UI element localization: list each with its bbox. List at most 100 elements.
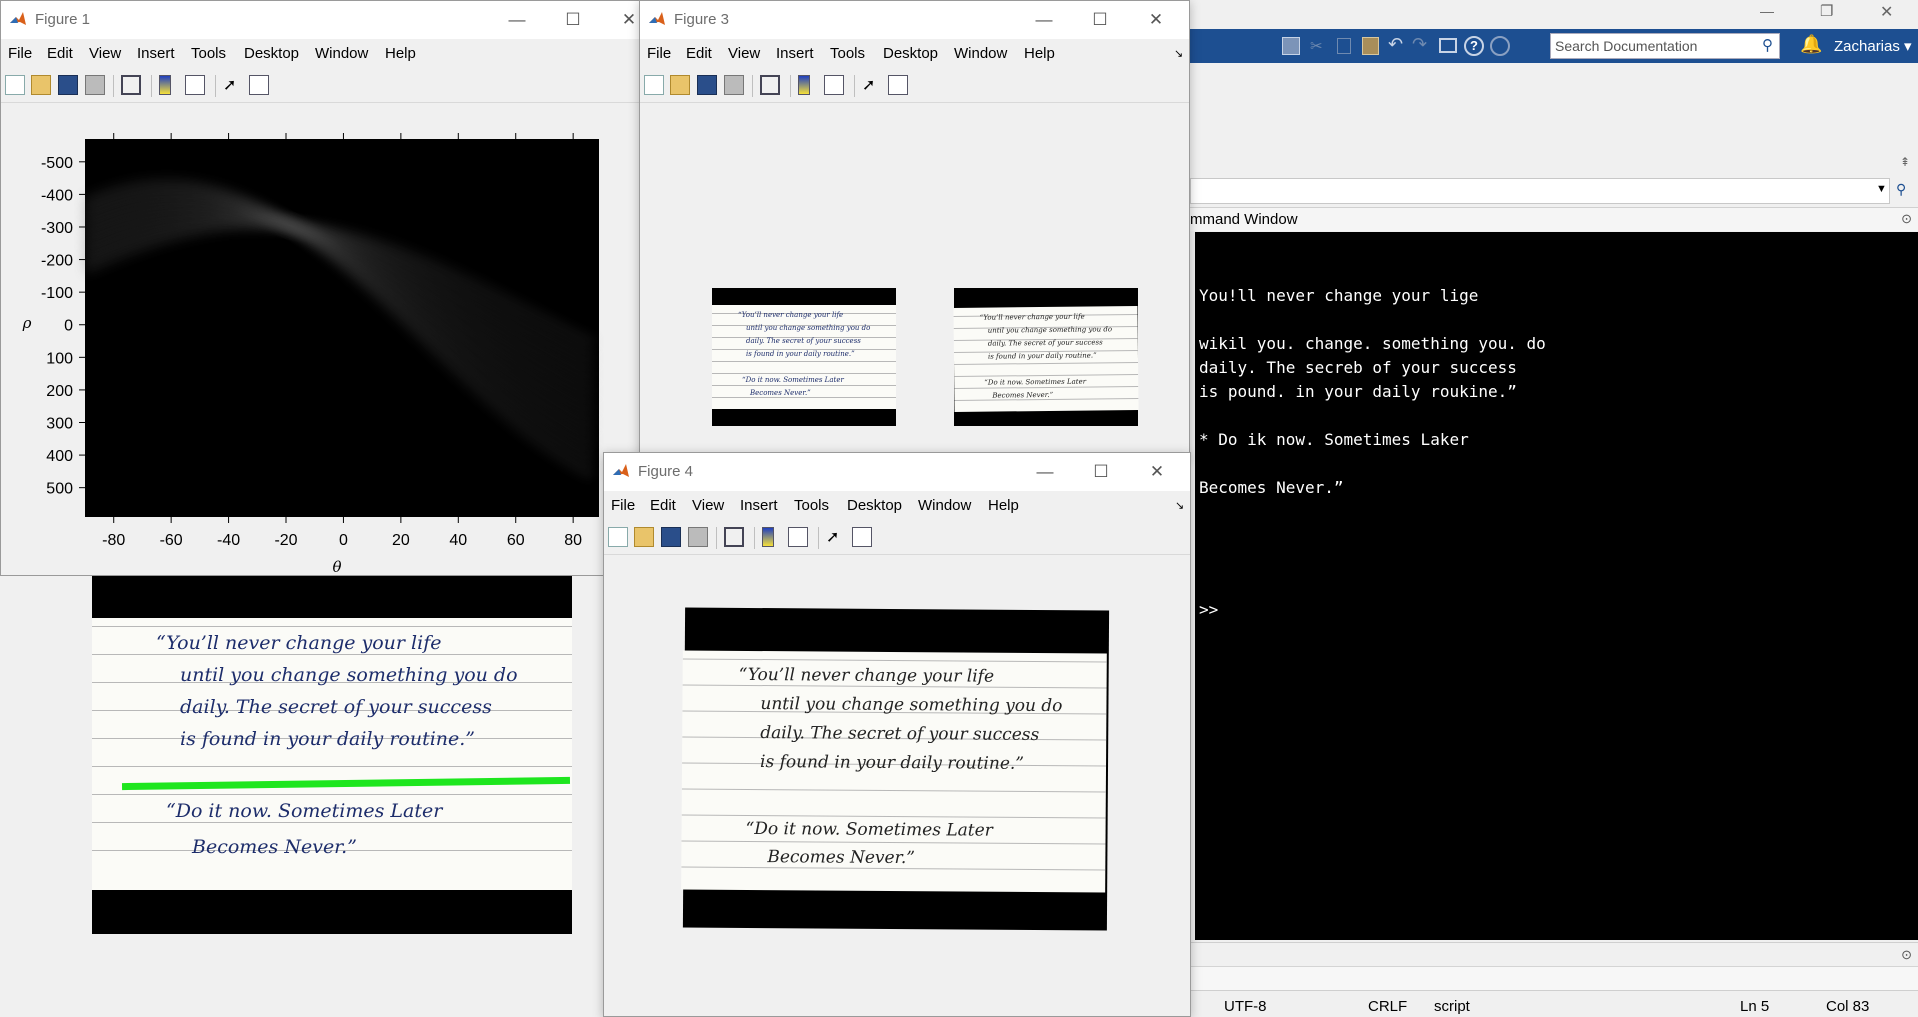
open-file-icon[interactable] bbox=[670, 75, 690, 95]
new-figure-icon[interactable] bbox=[644, 75, 664, 95]
matlab-close-button[interactable]: ✕ bbox=[1880, 2, 1893, 22]
figure4-titlebar[interactable]: Figure 4 — ☐ ✕ bbox=[604, 453, 1190, 491]
menu-help[interactable]: Help bbox=[1024, 45, 1055, 62]
insert-colorbar-icon[interactable] bbox=[762, 527, 774, 547]
link-plot-icon[interactable] bbox=[121, 75, 141, 95]
save-figure-icon[interactable] bbox=[58, 75, 78, 95]
menu-view[interactable]: View bbox=[728, 45, 760, 62]
command-window[interactable]: You!ll never change your lige wikil you.… bbox=[1195, 232, 1918, 940]
print-icon[interactable] bbox=[85, 75, 105, 95]
menu-file[interactable]: File bbox=[611, 497, 635, 514]
new-figure-icon[interactable] bbox=[608, 527, 628, 547]
menu-help[interactable]: Help bbox=[385, 45, 416, 62]
help-icon[interactable]: ? bbox=[1464, 36, 1484, 56]
menu-edit[interactable]: Edit bbox=[47, 45, 73, 62]
figure3-title: Figure 3 bbox=[674, 11, 730, 28]
collapse-toolstrip-icon[interactable]: ⇞ bbox=[1900, 155, 1910, 169]
note-line: until you change something you do bbox=[180, 664, 518, 686]
menu-insert[interactable]: Insert bbox=[740, 497, 778, 514]
menu-desktop[interactable]: Desktop bbox=[883, 45, 938, 62]
detected-lines-image[interactable]: “You’ll never change your life until you… bbox=[92, 576, 572, 934]
menu-edit[interactable]: Edit bbox=[686, 45, 712, 62]
new-figure-icon[interactable] bbox=[5, 75, 25, 95]
open-file-icon[interactable] bbox=[31, 75, 51, 95]
dock-figure-icon[interactable]: ↘ bbox=[1175, 499, 1184, 512]
figure1-maximize-button[interactable]: ☐ bbox=[545, 1, 601, 39]
menu-edit[interactable]: Edit bbox=[650, 497, 676, 514]
menu-insert[interactable]: Insert bbox=[137, 45, 175, 62]
search-icon[interactable]: ⚲ bbox=[1762, 36, 1773, 54]
matlab-restore-button[interactable]: ❐ bbox=[1820, 2, 1833, 20]
copy-icon[interactable] bbox=[1337, 38, 1351, 54]
menu-file[interactable]: File bbox=[8, 45, 32, 62]
menu-help[interactable]: Help bbox=[988, 497, 1019, 514]
property-inspector-icon[interactable] bbox=[888, 75, 908, 95]
insert-legend-icon[interactable] bbox=[185, 75, 205, 95]
menu-window[interactable]: Window bbox=[954, 45, 1007, 62]
menu-window[interactable]: Window bbox=[315, 45, 368, 62]
panel-actions-icon[interactable]: ⊙ bbox=[1901, 211, 1912, 227]
matlab-minimize-button[interactable]: — bbox=[1760, 3, 1774, 19]
save-icon[interactable] bbox=[1282, 37, 1300, 55]
edit-plot-pointer-icon[interactable]: ➚ bbox=[826, 527, 846, 547]
figure3-window[interactable]: Figure 3 — ☐ ✕ File Edit View Insert Too… bbox=[639, 0, 1190, 458]
menu-insert[interactable]: Insert bbox=[776, 45, 814, 62]
original-image-thumbnail[interactable]: “You’ll never change your life until you… bbox=[712, 288, 896, 426]
insert-legend-icon[interactable] bbox=[824, 75, 844, 95]
figure3-maximize-button[interactable]: ☐ bbox=[1072, 1, 1128, 39]
user-account-menu[interactable]: Zacharias ▾ bbox=[1834, 37, 1912, 55]
menu-tools[interactable]: Tools bbox=[794, 497, 829, 514]
menu-view[interactable]: View bbox=[89, 45, 121, 62]
figure4-minimize-button[interactable]: — bbox=[1017, 453, 1073, 491]
switch-windows-icon[interactable] bbox=[1439, 38, 1457, 53]
property-inspector-icon[interactable] bbox=[852, 527, 872, 547]
insert-colorbar-icon[interactable] bbox=[798, 75, 810, 95]
link-plot-icon[interactable] bbox=[724, 527, 744, 547]
figure4-window[interactable]: Figure 4 — ☐ ✕ File Edit View Insert Too… bbox=[603, 452, 1191, 1017]
menu-tools[interactable]: Tools bbox=[830, 45, 865, 62]
figure3-titlebar[interactable]: Figure 3 — ☐ ✕ bbox=[640, 1, 1189, 39]
dropdown-icon[interactable] bbox=[1490, 36, 1510, 56]
figure1-minimize-button[interactable]: — bbox=[489, 1, 545, 39]
command-prompt[interactable]: >> bbox=[1199, 600, 1218, 619]
undo-icon[interactable]: ↶ bbox=[1388, 34, 1403, 55]
figure1-titlebar[interactable]: Figure 1 — ☐ ✕ bbox=[1, 1, 649, 39]
menu-desktop[interactable]: Desktop bbox=[244, 45, 299, 62]
panel-actions-icon[interactable]: ⊙ bbox=[1901, 947, 1912, 963]
dock-figure-icon[interactable]: ↘ bbox=[1174, 47, 1183, 60]
menu-desktop[interactable]: Desktop bbox=[847, 497, 902, 514]
menu-view[interactable]: View bbox=[692, 497, 724, 514]
figure3-minimize-button[interactable]: — bbox=[1016, 1, 1072, 39]
insert-colorbar-icon[interactable] bbox=[159, 75, 171, 95]
hough-transform-plot[interactable]: -500-400-300-200-1000100200300400500-80-… bbox=[1, 104, 650, 576]
print-icon[interactable] bbox=[688, 527, 708, 547]
save-figure-icon[interactable] bbox=[661, 527, 681, 547]
figure4-maximize-button[interactable]: ☐ bbox=[1073, 453, 1129, 491]
notification-bell-icon[interactable]: 🔔 bbox=[1800, 34, 1822, 55]
insert-legend-icon[interactable] bbox=[788, 527, 808, 547]
edit-plot-pointer-icon[interactable]: ➚ bbox=[862, 75, 882, 95]
property-inspector-icon[interactable] bbox=[249, 75, 269, 95]
paste-icon[interactable] bbox=[1362, 37, 1379, 55]
link-plot-icon[interactable] bbox=[760, 75, 780, 95]
address-dropdown-icon[interactable]: ▼ bbox=[1876, 183, 1887, 195]
cut-icon[interactable]: ✂ bbox=[1310, 37, 1328, 55]
figure1-window[interactable]: Figure 1 — ☐ ✕ File Edit View Insert Too… bbox=[0, 0, 650, 576]
save-figure-icon[interactable] bbox=[697, 75, 717, 95]
search-documentation-field[interactable]: Search Documentation ⚲ bbox=[1550, 33, 1780, 59]
menu-window[interactable]: Window bbox=[918, 497, 971, 514]
folder-search-icon[interactable]: ⚲ bbox=[1896, 181, 1906, 198]
open-file-icon[interactable] bbox=[634, 527, 654, 547]
rotated-image-thumbnail[interactable]: “You’ll never change your life until you… bbox=[953, 288, 1139, 426]
print-icon[interactable] bbox=[724, 75, 744, 95]
figure3-close-button[interactable]: ✕ bbox=[1128, 1, 1184, 39]
current-folder-bar[interactable] bbox=[1190, 178, 1890, 204]
edit-plot-pointer-icon[interactable]: ➚ bbox=[223, 75, 243, 95]
menu-tools[interactable]: Tools bbox=[191, 45, 226, 62]
figure4-close-button[interactable]: ✕ bbox=[1129, 453, 1185, 491]
redo-icon[interactable]: ↷ bbox=[1412, 34, 1427, 55]
search-input[interactable]: Search Documentation bbox=[1555, 38, 1697, 54]
deskewed-image[interactable]: “You’ll never change your life until you… bbox=[681, 607, 1110, 931]
note-line: “You’ll never change your life bbox=[156, 632, 442, 654]
menu-file[interactable]: File bbox=[647, 45, 671, 62]
